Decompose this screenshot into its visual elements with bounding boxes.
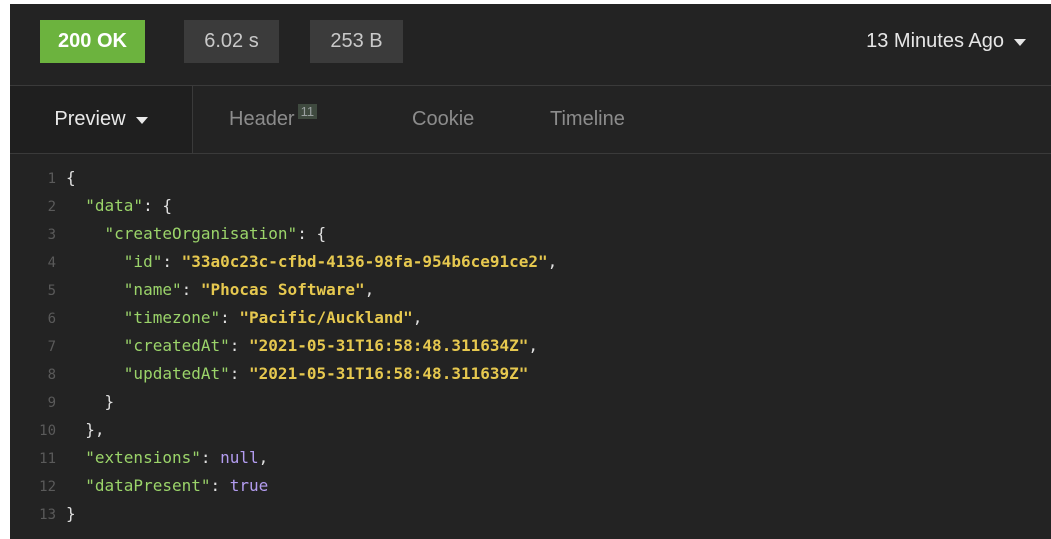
json-key: "updatedAt"	[123, 364, 230, 383]
code-line: 13}	[10, 500, 1051, 528]
json-key: "createdAt"	[123, 336, 230, 355]
code-line: 1{	[10, 164, 1051, 192]
line-number: 11	[39, 451, 56, 467]
chevron-down-icon	[135, 117, 148, 124]
json-value: "Phocas Software"	[200, 280, 365, 299]
json-value: null	[220, 448, 259, 467]
code-line: 4 "id": "33a0c23c-cfbd-4136-98fa-954b6ce…	[10, 248, 1051, 276]
line-number: 8	[47, 367, 56, 383]
header-count-badge: 11	[297, 104, 318, 119]
json-preview-editor[interactable]: 1{ 2 "data": { 3 "createOrganisation": {…	[10, 154, 1051, 539]
response-size-badge: 253 B	[310, 20, 403, 63]
line-number: 7	[47, 339, 56, 355]
json-value: "Pacific/Auckland"	[239, 308, 413, 327]
line-number: 4	[47, 255, 56, 271]
line-number: 6	[47, 311, 56, 327]
tab-preview-label: Preview	[54, 108, 126, 130]
tab-header[interactable]: Header 11	[229, 86, 318, 153]
tab-preview[interactable]: Preview	[10, 86, 193, 153]
json-key: "data"	[85, 196, 144, 215]
history-dropdown[interactable]: 13 Minutes Ago	[866, 20, 1026, 63]
code-line: 7 "createdAt": "2021-05-31T16:58:48.3116…	[10, 332, 1051, 360]
json-value: "33a0c23c-cfbd-4136-98fa-954b6ce91ce2"	[181, 252, 548, 271]
line-number: 12	[39, 479, 56, 495]
json-key: "createOrganisation"	[104, 224, 298, 243]
code-line: 12 "dataPresent": true	[10, 472, 1051, 500]
code-line: 8 "updatedAt": "2021-05-31T16:58:48.3116…	[10, 360, 1051, 388]
response-panel: 200 OK 6.02 s 253 B 13 Minutes Ago Previ…	[10, 4, 1051, 539]
line-number: 9	[47, 395, 56, 411]
line-number: 3	[47, 227, 56, 243]
json-key: "name"	[123, 280, 182, 299]
json-key: "timezone"	[123, 308, 221, 327]
line-number: 13	[39, 507, 56, 523]
line-number: 1	[47, 171, 56, 187]
code-line: 3 "createOrganisation": {	[10, 220, 1051, 248]
json-key: "dataPresent"	[85, 476, 211, 495]
tab-header-label: Header	[229, 108, 295, 130]
tab-cookie[interactable]: Cookie	[412, 86, 474, 153]
code-line: 9 }	[10, 388, 1051, 416]
code-line: 10 },	[10, 416, 1051, 444]
response-status-bar: 200 OK 6.02 s 253 B 13 Minutes Ago	[10, 4, 1051, 86]
code-line: 6 "timezone": "Pacific/Auckland",	[10, 304, 1051, 332]
line-number: 10	[39, 423, 56, 439]
status-badge: 200 OK	[40, 20, 145, 63]
code-line: 5 "name": "Phocas Software",	[10, 276, 1051, 304]
tab-cookie-label: Cookie	[412, 108, 475, 130]
tab-timeline[interactable]: Timeline	[550, 86, 625, 153]
history-label: 13 Minutes Ago	[866, 30, 1004, 52]
response-tabs: Preview Header 11 Cookie Timeline	[10, 86, 1051, 154]
json-value: true	[229, 476, 269, 495]
chevron-down-icon	[1014, 39, 1026, 46]
code-line: 11 "extensions": null,	[10, 444, 1051, 472]
json-key: "extensions"	[85, 448, 201, 467]
tab-timeline-label: Timeline	[550, 108, 625, 130]
code-line: 2 "data": {	[10, 192, 1051, 220]
line-number: 5	[47, 283, 56, 299]
json-value: "2021-05-31T16:58:48.311639Z"	[249, 364, 529, 383]
json-value: "2021-05-31T16:58:48.311634Z"	[249, 336, 529, 355]
line-number: 2	[47, 199, 56, 215]
json-key: "id"	[123, 252, 163, 271]
response-time-badge: 6.02 s	[184, 20, 279, 63]
